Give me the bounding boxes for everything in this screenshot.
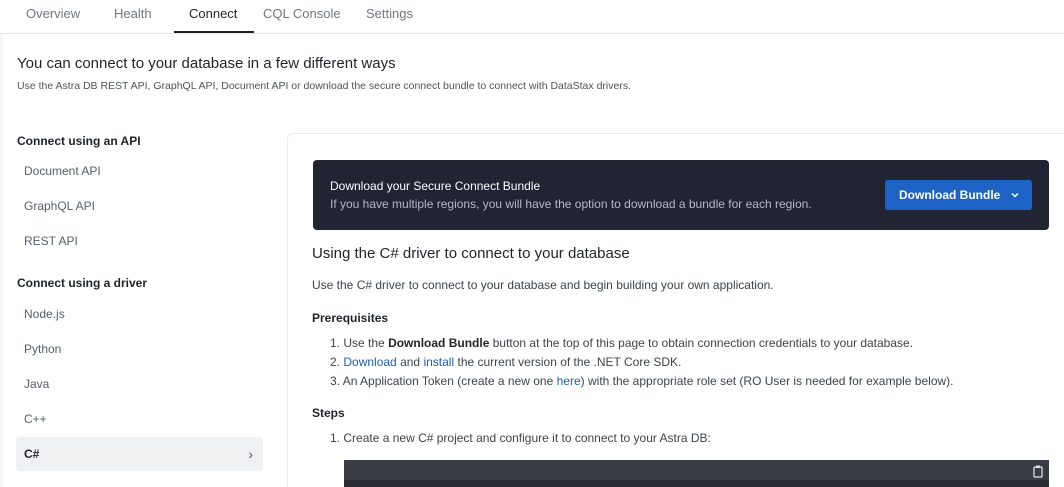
download-bundle-button[interactable]: Download Bundle [885, 180, 1032, 210]
page-title: You can connect to your database in a fe… [17, 55, 396, 72]
sidebar-item-document-api[interactable]: Document API [16, 154, 263, 188]
sidebar-item-rest-api[interactable]: REST API [16, 224, 263, 258]
sidebar-heading-driver: Connect using a driver [17, 276, 148, 290]
content-heading: Using the C# driver to connect to your d… [312, 245, 630, 262]
list-text: An Application Token (create a new one [342, 374, 554, 388]
active-tab-indicator [174, 31, 254, 33]
steps-heading: Steps [312, 406, 345, 420]
step-item: 1. Create a new C# project and configure… [330, 431, 711, 445]
sidebar-item-cpp[interactable]: C++ [16, 402, 263, 436]
list-text: button at the top of this page to obtain… [492, 336, 914, 350]
secure-bundle-banner: Download your Secure Connect Bundle If y… [313, 160, 1049, 230]
create-token-link[interactable]: here [557, 374, 581, 388]
page-subtitle: Use the Astra DB REST API, GraphQL API, … [17, 80, 631, 92]
sidebar-heading-api: Connect using an API [17, 134, 141, 148]
download-bundle-label: Download Bundle [899, 188, 1001, 202]
prerequisite-item: 3. An Application Token (create a new on… [330, 374, 954, 388]
prerequisites-heading: Prerequisites [312, 311, 389, 325]
list-number: 1. [330, 336, 341, 350]
tab-cql-console[interactable]: CQL Console [263, 0, 341, 34]
content-intro: Use the C# driver to connect to your dat… [312, 278, 774, 292]
bundle-title: Download your Secure Connect Bundle [330, 179, 541, 193]
list-number: 3. [330, 374, 341, 388]
list-text: and [400, 355, 421, 369]
list-bold-text: Download Bundle [388, 336, 490, 350]
sidebar-item-python[interactable]: Python [16, 332, 263, 366]
list-text: ) with the appropriate role set (RO User… [580, 374, 954, 388]
tab-overview[interactable]: Overview [26, 0, 80, 34]
sidebar-item-csharp[interactable]: C# › [16, 437, 263, 471]
sidebar-item-graphql-api[interactable]: GraphQL API [16, 189, 263, 223]
tab-connect[interactable]: Connect [189, 0, 237, 34]
list-text: Create a new C# project and configure it… [343, 431, 711, 445]
tab-health[interactable]: Health [114, 0, 152, 34]
chevron-down-icon [1010, 180, 1020, 210]
list-number: 2. [330, 355, 341, 369]
install-link[interactable]: install [423, 355, 454, 369]
tab-settings[interactable]: Settings [366, 0, 413, 34]
chevron-right-icon: › [248, 446, 253, 462]
list-text: Use the [343, 336, 385, 350]
sidebar-item-label: C# [24, 447, 40, 461]
list-text: the current version of the .NET Core SDK… [457, 355, 682, 369]
bundle-description: If you have multiple regions, you will h… [330, 197, 812, 211]
prerequisite-item: 2. Download and install the current vers… [330, 355, 681, 369]
download-link[interactable]: Download [343, 355, 396, 369]
sidebar-item-nodejs[interactable]: Node.js [16, 297, 263, 331]
list-number: 1. [330, 431, 341, 445]
sidebar-item-java[interactable]: Java [16, 367, 263, 401]
code-block-body [344, 480, 1049, 487]
clipboard-icon[interactable] [1031, 464, 1045, 478]
tab-bar: Overview Health Connect CQL Console Sett… [0, 0, 1064, 34]
prerequisite-item: 1. Use the Download Bundle button at the… [330, 336, 913, 350]
code-block [344, 460, 1049, 487]
